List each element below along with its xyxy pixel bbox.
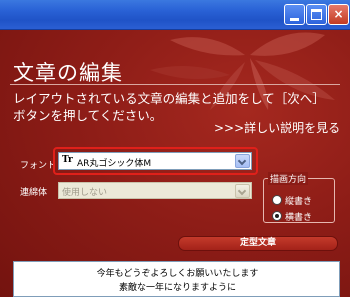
horizontal-label: 横書き — [285, 213, 313, 223]
maximize-icon — [311, 9, 322, 20]
minimize-button[interactable] — [284, 4, 305, 25]
close-button[interactable]: × — [328, 4, 349, 25]
message-line-1: 今年もどうぞよろしくお願いいたします — [96, 269, 259, 279]
direction-label: 描画方向 — [268, 172, 309, 185]
template-text-button[interactable]: 定型文章 — [178, 236, 338, 251]
chevron-down-icon — [237, 186, 247, 196]
instructions-line-1: レイアウトされている文章の編集と追加をして［次へ］ — [13, 91, 325, 106]
cursive-value: 使用しない — [62, 188, 108, 198]
font-dropdown-button[interactable] — [235, 154, 250, 168]
font-value: AR丸ゴシック体M — [77, 159, 152, 169]
radio-horizontal-indicator[interactable] — [272, 211, 282, 221]
maximize-button[interactable] — [306, 4, 327, 25]
close-icon: × — [333, 7, 344, 21]
cursive-label: 連綿体 — [20, 188, 48, 198]
details-link[interactable]: >>>詳しい説明を見る — [214, 119, 340, 136]
message-line-2: 素敵な一年になりますように — [118, 283, 236, 293]
vertical-label: 縦書き — [285, 197, 313, 207]
page-title: 文章の編集 — [13, 61, 123, 85]
font-label: フォント — [20, 161, 57, 171]
cursive-select: 使用しない — [58, 182, 252, 199]
font-select[interactable]: Tr AR丸ゴシック体M — [58, 152, 252, 170]
title-divider — [10, 84, 340, 85]
message-textarea[interactable]: 今年もどうぞよろしくお願いいたします 素敵な一年になりますように — [13, 261, 340, 297]
minimize-icon — [290, 18, 299, 21]
radio-vertical-indicator[interactable] — [272, 195, 282, 205]
truetype-font-icon: Tr — [62, 155, 73, 165]
cursive-dropdown-button — [235, 184, 250, 198]
chevron-down-icon — [237, 156, 247, 166]
title-bar: × — [0, 0, 350, 30]
